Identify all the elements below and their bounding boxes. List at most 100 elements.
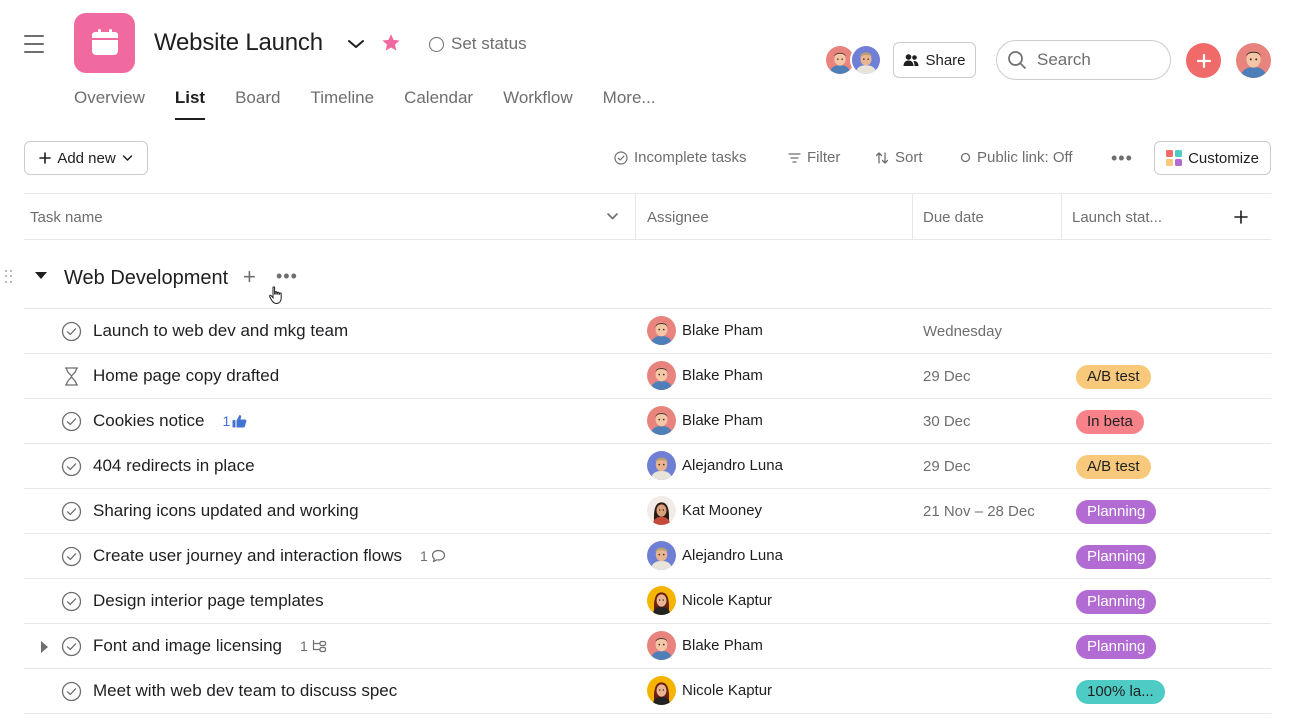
task-name[interactable]: Cookies notice 1	[93, 411, 247, 431]
assignee[interactable]: Nicole Kaptur	[647, 676, 772, 705]
divider	[1061, 194, 1062, 239]
add-column-icon[interactable]	[1234, 210, 1248, 224]
assignee[interactable]: Blake Pham	[647, 316, 763, 345]
thumbs-up-icon	[232, 414, 247, 428]
tab-overview[interactable]: Overview	[74, 88, 145, 120]
check-circle-icon[interactable]	[61, 546, 82, 567]
section-collapse-icon[interactable]	[35, 272, 47, 279]
assignee[interactable]: Alejandro Luna	[647, 541, 783, 570]
check-circle-icon[interactable]	[61, 636, 82, 657]
status-badge[interactable]: Planning	[1076, 590, 1157, 614]
assignee[interactable]: Blake Pham	[647, 631, 763, 660]
table-row[interactable]: 404 redirects in place Alejandro Luna 29 D…	[24, 444, 1271, 489]
check-circle-icon[interactable]	[61, 321, 82, 342]
set-status-button[interactable]: Set status	[429, 34, 527, 54]
check-circle-icon[interactable]	[61, 681, 82, 702]
project-title[interactable]: Website Launch	[154, 29, 323, 57]
tab-workflow[interactable]: Workflow	[503, 88, 573, 120]
table-row[interactable]: Meet with web dev team to discuss spec Ni…	[24, 669, 1271, 714]
status-badge[interactable]: Planning	[1076, 635, 1157, 659]
add-task-icon[interactable]: +	[243, 266, 256, 288]
status-badge[interactable]: In beta	[1076, 410, 1144, 434]
add-new-button[interactable]: Add new	[24, 141, 148, 175]
column-header-launch-status[interactable]: Launch stat...	[1072, 209, 1162, 226]
tab-calendar[interactable]: Calendar	[404, 88, 473, 120]
add-new-label: Add new	[57, 149, 116, 167]
divider	[912, 194, 913, 239]
tab-list[interactable]: List	[174, 88, 206, 120]
add-global-button[interactable]	[1186, 43, 1221, 78]
search-box[interactable]	[996, 40, 1171, 80]
task-meta-count: 1	[300, 638, 308, 654]
table-row[interactable]: Font and image licensing 1 Blake Pham Plann…	[24, 624, 1271, 669]
check-circle-icon[interactable]	[61, 501, 82, 522]
incomplete-tasks-filter[interactable]: Incomplete tasks	[614, 149, 747, 166]
assignee[interactable]: Blake Pham	[647, 361, 763, 390]
task-name[interactable]: Home page copy drafted	[93, 366, 279, 386]
star-icon[interactable]	[380, 32, 402, 54]
table-row[interactable]: Cookies notice 1 Blake Pham 30 Dec In beta	[24, 399, 1271, 444]
table-row[interactable]: Design interior page templates Nicole Kap…	[24, 579, 1271, 624]
sort-label: Sort	[895, 149, 923, 166]
status-badge[interactable]: A/B test	[1076, 455, 1151, 479]
menu-icon[interactable]	[24, 35, 44, 53]
drag-handle-icon[interactable]	[5, 270, 13, 284]
section-more-icon[interactable]: •••	[276, 266, 298, 287]
chevron-down-icon[interactable]	[346, 35, 366, 53]
status-badge[interactable]: Planning	[1076, 500, 1157, 524]
task-meta[interactable]: 1	[300, 638, 327, 654]
column-header-assignee[interactable]: Assignee	[647, 209, 709, 226]
project-members[interactable]	[824, 44, 882, 76]
assignee[interactable]: Nicole Kaptur	[647, 586, 772, 615]
search-input[interactable]	[1037, 50, 1147, 70]
share-button[interactable]: Share	[893, 42, 976, 78]
public-link-button[interactable]: Public link: Off	[960, 149, 1073, 166]
due-date[interactable]: 29 Dec	[923, 368, 971, 385]
divider	[24, 713, 1271, 714]
plus-icon	[1196, 53, 1211, 68]
customize-button[interactable]: Customize	[1154, 141, 1271, 175]
due-date[interactable]: 21 Nov – 28 Dec	[923, 503, 1035, 520]
sort-button[interactable]: Sort	[875, 149, 923, 166]
section-title[interactable]: Web Development	[64, 267, 228, 290]
assignee[interactable]: Blake Pham	[647, 406, 763, 435]
check-circle-icon[interactable]	[61, 411, 82, 432]
chevron-down-icon[interactable]	[606, 212, 619, 221]
status-badge[interactable]: Planning	[1076, 545, 1157, 569]
due-date[interactable]: 30 Dec	[923, 413, 971, 430]
assignee-name: Kat Mooney	[682, 502, 763, 519]
column-header-task-name[interactable]: Task name	[30, 209, 103, 226]
status-badge[interactable]: 100% la...	[1076, 680, 1165, 704]
assignee[interactable]: Alejandro Luna	[647, 451, 783, 480]
column-header-due-date[interactable]: Due date	[923, 209, 984, 226]
task-name[interactable]: Meet with web dev team to discuss spec	[93, 681, 397, 701]
table-row[interactable]: Launch to web dev and mkg team Blake Pham…	[24, 309, 1271, 354]
task-name[interactable]: Sharing icons updated and working	[93, 501, 359, 521]
tab-timeline[interactable]: Timeline	[310, 88, 374, 120]
assignee[interactable]: Kat Mooney	[647, 496, 762, 525]
due-date[interactable]: 29 Dec	[923, 458, 971, 475]
task-name[interactable]: 404 redirects in place	[93, 456, 255, 476]
task-meta[interactable]: 1	[420, 548, 446, 564]
more-options-icon[interactable]: •••	[1111, 148, 1133, 169]
tab-board[interactable]: Board	[235, 88, 280, 120]
table-row[interactable]: Home page copy drafted Blake Pham 29 Dec A/…	[24, 354, 1271, 399]
user-avatar[interactable]	[1236, 43, 1271, 78]
tab-more[interactable]: More...	[603, 88, 656, 120]
task-name[interactable]: Launch to web dev and mkg team	[93, 321, 348, 341]
check-circle-icon[interactable]	[61, 591, 82, 612]
status-badge[interactable]: A/B test	[1076, 365, 1151, 389]
task-meta[interactable]: 1	[223, 413, 248, 429]
task-name[interactable]: Font and image licensing 1	[93, 636, 327, 656]
hourglass-icon[interactable]	[61, 366, 82, 387]
task-name[interactable]: Design interior page templates	[93, 591, 324, 611]
check-circle-icon[interactable]	[61, 456, 82, 477]
table-row[interactable]: Sharing icons updated and working Kat Moo…	[24, 489, 1271, 534]
avatar	[647, 586, 676, 615]
table-row[interactable]: Create user journey and interaction flow…	[24, 534, 1271, 579]
due-date[interactable]: Wednesday	[923, 323, 1002, 340]
task-name[interactable]: Create user journey and interaction flow…	[93, 546, 446, 566]
filter-button[interactable]: Filter	[788, 149, 840, 166]
expand-subtasks-icon[interactable]	[41, 641, 48, 653]
calendar-icon[interactable]	[74, 13, 135, 73]
